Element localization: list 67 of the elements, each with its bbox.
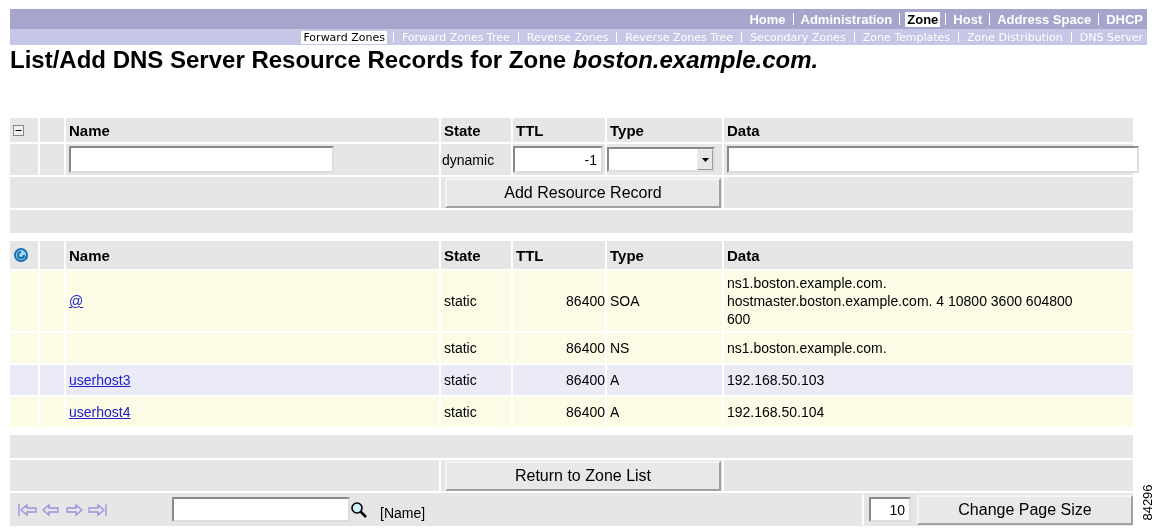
table-cell: NS: [607, 333, 722, 363]
filter-label: [Name]: [380, 503, 426, 521]
table-cell: A: [607, 397, 722, 427]
table-cell: 192.168.50.103: [724, 365, 1133, 395]
filter-field[interactable]: [172, 497, 350, 522]
column-header: TTL: [513, 241, 605, 269]
pager-arrow-icon[interactable]: [87, 502, 107, 517]
table-cell: static: [441, 397, 511, 427]
ttl-field[interactable]: -1: [513, 146, 603, 173]
subnav-tab[interactable]: DNS Server: [1077, 30, 1145, 44]
table-cell: 86400: [513, 397, 605, 427]
table-cell: [40, 144, 64, 175]
table-cell: static: [441, 271, 511, 331]
pager-arrow-icon[interactable]: [64, 502, 84, 517]
record-name-link[interactable]: userhost3: [69, 372, 131, 388]
subnav-tab[interactable]: Forward Zones: [301, 30, 387, 44]
nav-tab[interactable]: Host: [951, 11, 985, 27]
column-header: Type: [607, 241, 722, 269]
return-button[interactable]: Return to Zone List: [445, 460, 721, 491]
column-header: Name: [66, 241, 439, 269]
table-cell: dynamic: [441, 144, 511, 175]
subnav-tab[interactable]: Reverse Zones: [524, 30, 611, 44]
search-icon[interactable]: [350, 500, 368, 519]
table-cell: [10, 144, 38, 175]
nav-tab[interactable]: Address Space: [995, 11, 1094, 27]
subnav-tab[interactable]: Secondary Zones: [748, 30, 848, 44]
table-cell: [40, 241, 64, 269]
table-cell: ns1.boston.example.com. hostmaster.boston.example.com. 4 10800 3600 604800 600: [724, 271, 1133, 331]
table-cell: ns1.boston.example.com.: [724, 333, 1133, 363]
column-header: Data: [724, 118, 1133, 142]
nav-tab[interactable]: Administration: [798, 11, 895, 27]
column-header: Data: [724, 241, 1133, 269]
pager-arrow-icon[interactable]: [18, 502, 38, 517]
table-cell: 86400: [513, 365, 605, 395]
page-title: List/Add DNS Server Resource Records for Zone boston.example.com.: [10, 46, 820, 75]
table-cell: 192.168.50.104: [724, 397, 1133, 427]
table-cell: static: [441, 365, 511, 395]
subnav-tab[interactable]: Zone Distribution: [965, 30, 1065, 44]
pager-arrow-icon[interactable]: [41, 502, 61, 517]
column-header: State: [441, 241, 511, 269]
column-header: Name: [66, 118, 439, 142]
column-header: TTL: [513, 118, 605, 142]
record-name-link[interactable]: @: [69, 293, 84, 309]
column-header: Type: [607, 118, 722, 142]
refresh-icon[interactable]: [13, 247, 29, 263]
record-name-link[interactable]: userhost4: [69, 404, 131, 420]
subnav-tab[interactable]: Forward Zones Tree: [399, 30, 512, 44]
table-cell: SOA: [607, 271, 722, 331]
collapse-icon[interactable]: [13, 124, 24, 136]
column-header: State: [441, 118, 511, 142]
name-field[interactable]: [69, 146, 334, 173]
table-cell: 86400: [513, 333, 605, 363]
figure-number: 84296: [1139, 484, 1155, 521]
dropdown-arrow-icon: [701, 157, 709, 162]
nav-tab[interactable]: Zone: [905, 11, 941, 27]
table-cell: [40, 118, 64, 142]
table-cell: A: [607, 365, 722, 395]
add-record-button[interactable]: Add Resource Record: [445, 177, 721, 208]
page-size-field[interactable]: 10: [869, 497, 911, 522]
table-cell: static: [441, 333, 511, 363]
table-cell: 86400: [513, 271, 605, 331]
subnav-tab[interactable]: Reverse Zones Tree: [623, 30, 736, 44]
subnav-tab[interactable]: Zone Templates: [860, 30, 953, 44]
nav-tab[interactable]: Home: [747, 11, 788, 27]
type-dropdown[interactable]: [607, 147, 715, 172]
nav-tab[interactable]: DHCP: [1104, 11, 1145, 27]
change-page-size-button[interactable]: Change Page Size: [917, 494, 1133, 525]
